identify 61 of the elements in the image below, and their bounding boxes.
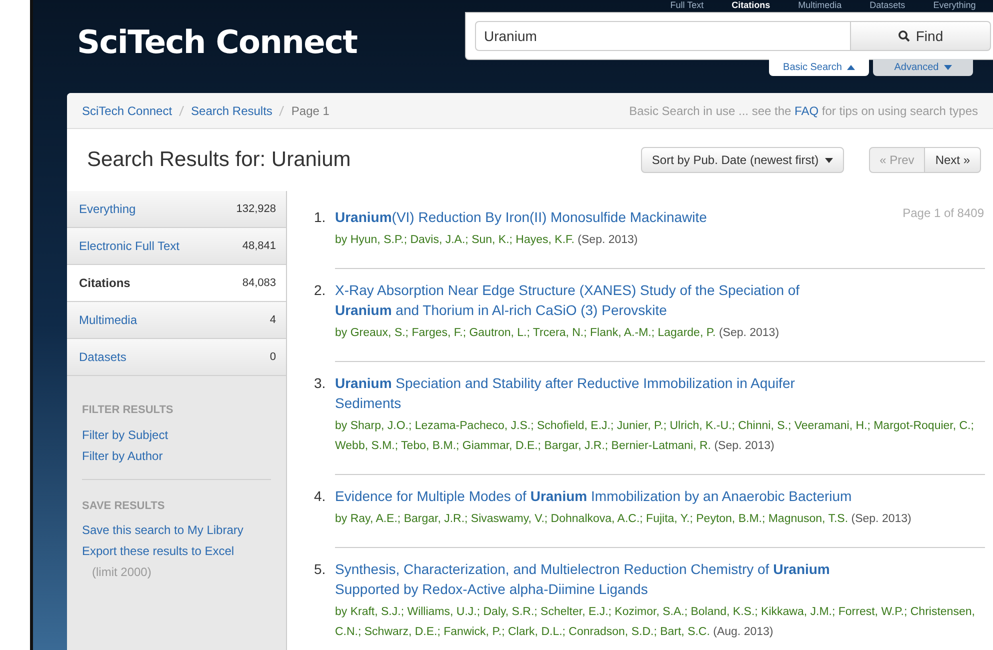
caret-icon (824, 158, 833, 162)
result-title-link[interactable]: X-Ray Absorption Near Edge Structure (XANES) Study of the Speciation of Uranium and Thorium in Al-rich CaSiO (3) Perovskite (335, 280, 855, 320)
result-title-link[interactable]: Uranium(VI) Reduction By Iron(II) Monosulfide Mackinawite (335, 207, 855, 227)
slash-icon (179, 106, 184, 116)
category-count: 48,841 (242, 238, 276, 254)
sidebar-link[interactable]: Filter by Subject (82, 424, 168, 446)
search-mode-button[interactable]: Advanced (873, 59, 973, 76)
category-count: 84,083 (242, 276, 276, 291)
sidebar-link[interactable]: Filter by Author (82, 446, 163, 466)
scope-tab[interactable]: Full Text (670, 0, 704, 10)
result-title-link[interactable]: Uranium Speciation and Stability after Reductive Immobilization in Aquifer Sediments (335, 373, 855, 413)
caret-icon (944, 65, 952, 70)
category-label: Electronic Full Text (79, 238, 180, 255)
limit-note: (limit 2000) (91, 564, 152, 581)
search-icon (898, 30, 910, 42)
pager-button[interactable]: Next » (925, 147, 981, 173)
category-count: 0 (270, 350, 276, 365)
author-list[interactable]: by Sharp, J.O.; Lezama-Pacheco, J.S.; Schofield, E.J.; Junier, P.; Ulrich, K.-U.; Chinni, S.; Veeramani, H.; Margot-Roquier, C.; Webb, S.M.; Tebo, B.M.; Giammar, D.E.; Bargar, J.R.; Bernier-Latmani, R. (Sep. 2013) (335, 416, 980, 456)
search-mode-button[interactable]: Basic Search (769, 59, 869, 76)
author-list[interactable]: by Ray, A.E.; Bargar, J.R.; Sivaswamy, V.; Dohnalkova, A.C.; Fujita, Y.; Peyton, B.M.; Magnuson, T.S. (Sep. 2013) (335, 509, 980, 529)
category-count: 4 (270, 312, 276, 328)
category-label: Multimedia (79, 312, 138, 329)
section-heading: SAVE RESULTS (82, 498, 166, 514)
scope-tab[interactable]: Citations (732, 0, 770, 10)
author-list[interactable]: by Kraft, S.J.; Williams, U.J.; Daly, S.R.; Schelter, E.J.; Kozimor, S.A.; Boland, K.S.; Kikkawa, J.M.; Forrest, W.P.; Christensen, C.N.; Schwarz, D.E.; Fanwick, P.; Clark, D.L.; Conradson, S.D.; Bart, S.C. (Aug. 2013) (335, 602, 980, 642)
slash-icon (279, 106, 284, 116)
faq-link[interactable]: FAQ (794, 104, 819, 118)
result-number: 5. (314, 560, 327, 579)
scope-tab[interactable]: Multimedia (798, 0, 842, 10)
author-list[interactable]: by Hyun, S.P.; Davis, J.A.; Sun, K.; Hayes, K.F. (Sep. 2013) (335, 230, 980, 250)
category-tab[interactable]: Datasets 0 (67, 339, 286, 376)
scope-tab[interactable]: Datasets (870, 0, 906, 10)
sort-dropdown[interactable]: Sort by Pub. Date (newest first) (640, 147, 844, 173)
caret-icon (846, 65, 855, 70)
category-label: Datasets (79, 349, 126, 366)
result-number: 3. (314, 374, 327, 393)
site-logo[interactable]: SciTech Connect (77, 18, 358, 66)
find-button[interactable]: Find (851, 21, 991, 51)
category-label: Citations (79, 275, 130, 292)
search-hint: Basic Search in use ... see the FAQ for tips on using search types (629, 102, 978, 120)
category-tab[interactable]: Citations 84,083 (67, 265, 286, 302)
scope-tab[interactable]: Everything (933, 0, 976, 10)
sidebar-link[interactable]: Export these results to Excel (82, 541, 234, 562)
result-title-link[interactable]: Evidence for Multiple Modes of Uranium Immobilization by an Anaerobic Bacterium (335, 486, 855, 506)
category-count: 132,928 (236, 202, 276, 217)
result-number: 4. (314, 487, 327, 506)
section-heading: FILTER RESULTS (82, 403, 174, 418)
breadcrumb-link[interactable]: SciTech Connect (82, 102, 172, 120)
result-title-link[interactable]: Synthesis, Characterization, and Multielectron Reduction Chemistry of Uranium Supported by Redox-Active alpha-Diimine Ligands (335, 559, 855, 599)
author-list[interactable]: by Greaux, S.; Farges, F.; Gautron, L.; Trcera, N.; Flank, A.-M.; Lagarde, P. (Sep. 2013) (335, 323, 980, 343)
search-field[interactable]: Uranium (475, 21, 851, 51)
category-tab[interactable]: Electronic Full Text 48,841 (67, 228, 286, 265)
result-number: 2. (314, 281, 327, 300)
sidebar-link[interactable]: Save this search to My Library (82, 520, 244, 541)
category-label: Everything (79, 201, 136, 218)
category-tab[interactable]: Multimedia 4 (67, 302, 286, 339)
category-tab[interactable]: Everything 132,928 (67, 191, 286, 228)
page-heading: Search Results for: Uranium (87, 147, 351, 174)
page-count: Page 1 of 8409 (902, 205, 984, 222)
breadcrumb-link[interactable]: Search Results (191, 102, 272, 120)
result-number: 1. (314, 208, 327, 227)
